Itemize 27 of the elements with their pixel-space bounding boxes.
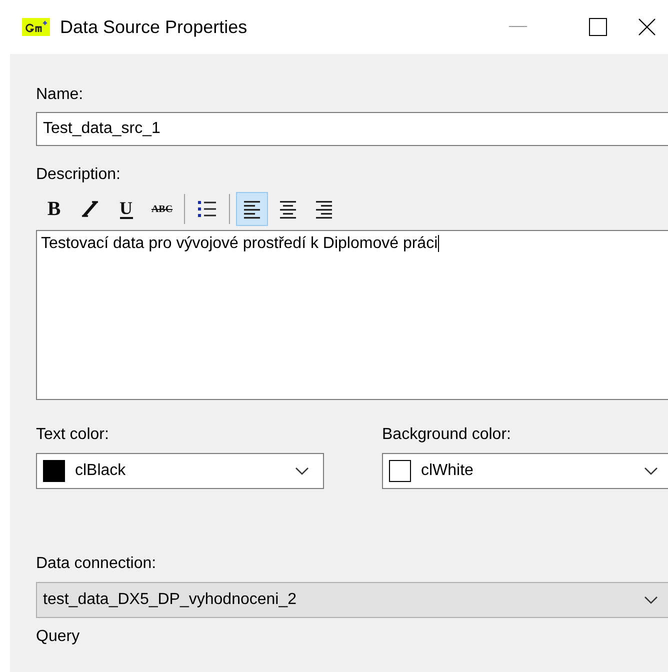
description-field[interactable]: Testovací data pro vývojové prostředí k Diplomové práci xyxy=(36,230,668,400)
field-label: Background color: xyxy=(382,426,512,444)
field-label: Query xyxy=(36,628,81,646)
chevron-icon xyxy=(644,467,658,475)
align-right-icon xyxy=(314,199,334,219)
field-label: Text color: xyxy=(36,426,110,444)
chevron-icon xyxy=(295,467,309,475)
align-left-icon xyxy=(242,199,262,219)
underline-button[interactable]: U xyxy=(110,192,142,226)
text-cursor xyxy=(438,235,439,252)
field-label: Description: xyxy=(36,166,122,184)
field-label: Data connection: xyxy=(36,555,158,573)
window-title: Data Source Properties xyxy=(60,16,248,38)
bold-button[interactable]: B xyxy=(38,192,70,226)
name-field[interactable]: Test_data_src_1 xyxy=(36,112,668,146)
italic-icon xyxy=(80,199,100,219)
text-color-dropdown[interactable]: clBlack xyxy=(36,453,324,489)
bulleted-list-icon xyxy=(197,199,217,219)
field-label: Name: xyxy=(36,86,84,104)
strikethrough-button[interactable]: ABC xyxy=(146,192,178,226)
background-color-dropdown[interactable]: clWhite xyxy=(382,453,668,489)
chevron-icon xyxy=(644,596,658,604)
close-icon xyxy=(638,18,656,36)
align-left-button[interactable] xyxy=(236,192,268,226)
minimize-icon xyxy=(509,26,527,28)
align-center-icon xyxy=(278,199,298,219)
maximize-icon xyxy=(589,18,607,36)
